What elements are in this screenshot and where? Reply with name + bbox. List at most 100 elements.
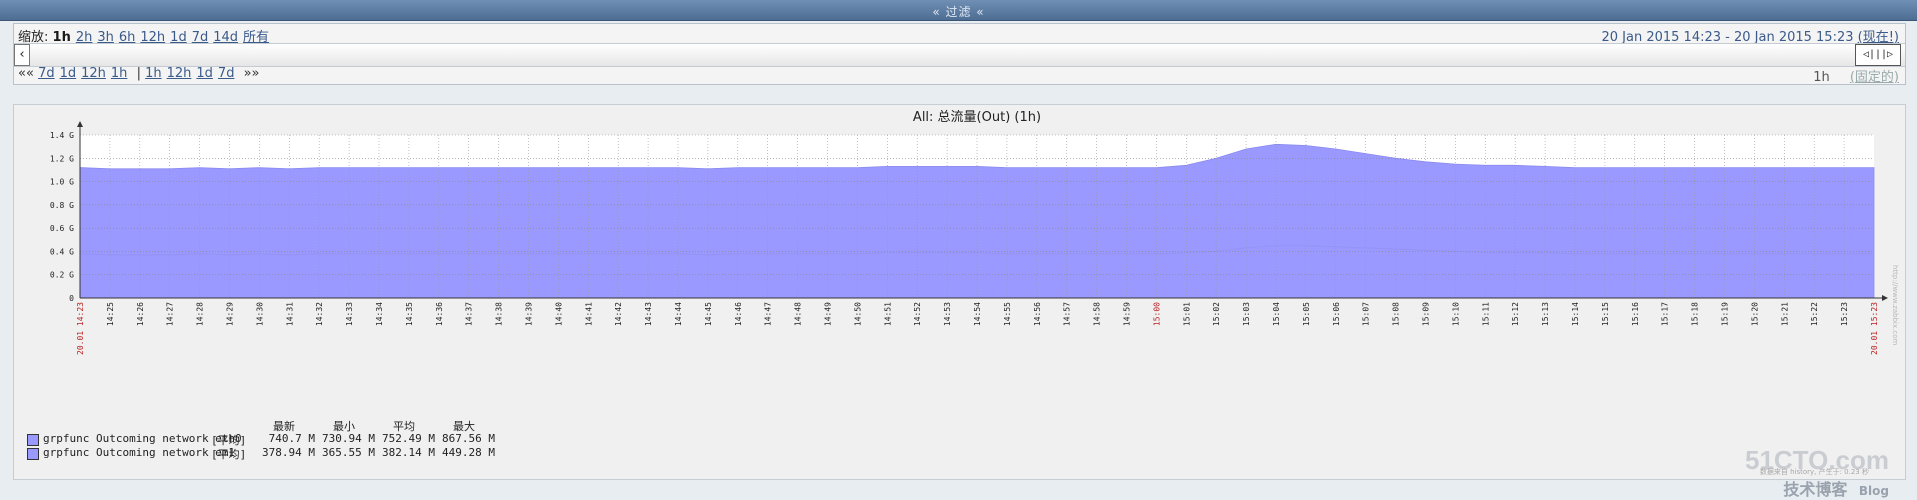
x-tick-label: 14:28 (196, 302, 205, 326)
scroll-handle[interactable]: ◁|||▷ (1855, 44, 1901, 66)
period-navigation: «« 7d 1d 12h 1h | 1h 12h 1d 7d »» (18, 66, 260, 81)
x-tick-label: 14:30 (255, 302, 264, 326)
x-tick-label: 15:06 (1332, 302, 1341, 326)
x-tick-label: 14:27 (166, 302, 175, 326)
x-tick-label: 14:55 (1003, 302, 1012, 326)
chart-plot-group: All: 总流量(Out) (1h) 0 0.2 G 0.4 G 0.6 G 0.8 G 1… (50, 110, 1888, 355)
watermark-small: 技术博客 Blog (1745, 476, 1889, 500)
x-tick-label: 14:33 (345, 302, 354, 326)
x-tick-label: 15:01 (1182, 302, 1191, 326)
y-tick-label: 1.4 G (50, 131, 74, 140)
x-tick-label: 15:05 (1302, 302, 1311, 326)
x-tick-label: 15:16 (1631, 302, 1640, 326)
legend-avg: 382.14 M (382, 446, 435, 459)
x-tick-label: 14:32 (315, 302, 324, 326)
x-tick-label: 15:20 (1750, 302, 1759, 326)
x-tick-label: 14:25 (106, 302, 115, 326)
period-display: 1h (固定的) (1813, 66, 1899, 85)
x-tick-label: 15:18 (1691, 302, 1700, 326)
x-tick-label: 15:19 (1721, 302, 1730, 326)
x-tick-label: 15:02 (1212, 302, 1221, 326)
x-tick-label: 14:50 (853, 302, 862, 326)
x-tick-label: 14:58 (1093, 302, 1102, 326)
x-tick-label: 14:49 (824, 302, 833, 326)
y-tick-label: 0.8 G (50, 201, 74, 210)
x-tick-label: 14:53 (943, 302, 952, 326)
forward-link-0[interactable]: 1h (145, 66, 162, 81)
forward-link-3[interactable]: 7d (218, 66, 235, 81)
forward-suffix: »» (243, 66, 260, 81)
x-tick-label: 14:38 (495, 302, 504, 326)
x-tick-label: 14:46 (734, 302, 743, 326)
x-tick-label: 14:43 (644, 302, 653, 326)
legend-min: 365.55 M (322, 446, 375, 459)
y-axis-arrow-icon (77, 121, 83, 127)
scroll-left-arrow-icon[interactable]: ‹ (14, 44, 30, 66)
fixed-period-link[interactable]: (固定的) (1850, 70, 1899, 85)
x-tick-label: 15:15 (1601, 302, 1610, 326)
back-link-0[interactable]: 7d (38, 66, 55, 81)
graph-panel: All: 总流量(Out) (1h) 0 0.2 G 0.4 G 0.6 G 0.8 G 1… (13, 104, 1906, 499)
x-tick-label: 15:07 (1362, 302, 1371, 326)
x-tick-label: 15:12 (1511, 302, 1520, 326)
x-tick-label: 15:22 (1810, 302, 1819, 326)
x-tick-label: 15:11 (1481, 302, 1490, 326)
legend-swatch (27, 448, 39, 460)
forward-links: 1h 12h 1d 7d (145, 66, 239, 81)
y-tick-label: 0.2 G (50, 271, 74, 280)
back-link-2[interactable]: 12h (81, 66, 106, 81)
period-value: 1h (1813, 70, 1830, 85)
x-tick-label: 14:26 (136, 302, 145, 326)
x-tick-label: 15:13 (1541, 302, 1550, 326)
side-note: http://www.zabbix.com (1891, 265, 1899, 346)
x-tick-label: 14:37 (465, 302, 474, 326)
x-tick-label: 15:14 (1571, 302, 1580, 326)
x-tick-label: 15:10 (1451, 302, 1460, 326)
x-tick-label: 15:00 (1152, 302, 1161, 326)
legend-last: 378.94 M (262, 446, 315, 459)
x-tick-label: 15:04 (1272, 302, 1281, 326)
navigation-panel: 缩放: 1h 2h 3h 6h 12h 1d 7d 14d 所有 20 Jan 2015 14:… (13, 23, 1906, 85)
x-tick-label: 14:40 (554, 302, 563, 326)
x-tick-label: 14:34 (375, 302, 384, 326)
nav-separator: | (136, 66, 141, 81)
x-tick-label: 14:41 (584, 302, 593, 326)
filter-label[interactable]: « 过滤 « (0, 3, 1917, 20)
x-tick-label: 14:31 (285, 302, 294, 326)
time-scrollbar[interactable]: ‹ ◁|||▷ (14, 43, 1905, 67)
x-tick-label: 14:44 (674, 302, 683, 326)
filter-bar[interactable]: « 过滤 « (0, 0, 1917, 21)
legend-name: grpfunc Outcoming network em1 (43, 446, 236, 459)
forward-link-2[interactable]: 1d (196, 66, 213, 81)
x-tick-label: 15:17 (1661, 302, 1670, 326)
back-prefix: «« (18, 66, 34, 81)
legend-func: [平均] (211, 448, 247, 461)
x-tick-label: 14:39 (525, 302, 534, 326)
back-link-3[interactable]: 1h (111, 66, 128, 81)
y-tick-label: 0.4 G (50, 247, 74, 256)
x-tick-label: 15:21 (1780, 302, 1789, 326)
x-start-label: 20.01 14:23 (76, 302, 85, 355)
y-tick-label: 0 (69, 294, 74, 303)
x-tick-label: 14:45 (704, 302, 713, 326)
watermark-blog: Blog (1858, 484, 1889, 498)
x-tick-label: 15:23 (1840, 302, 1849, 326)
legend-swatch (27, 434, 39, 446)
watermark-small-text: 技术博客 (1783, 480, 1848, 499)
x-tick-label: 14:36 (435, 302, 444, 326)
x-tick-label: 15:08 (1392, 302, 1401, 326)
legend-last: 740.7 M (268, 432, 315, 445)
back-link-1[interactable]: 1d (60, 66, 77, 81)
x-tick-label: 15:09 (1422, 302, 1431, 326)
legend-min: 730.94 M (322, 432, 375, 445)
x-tick-label: 14:54 (973, 302, 982, 326)
x-tick-label: 14:48 (794, 302, 803, 326)
x-tick-label: 14:35 (405, 302, 414, 326)
x-tick-label: 15:03 (1242, 302, 1251, 326)
chart-title: All: 总流量(Out) (1h) (913, 110, 1041, 125)
forward-link-1[interactable]: 12h (167, 66, 192, 81)
x-tick-label: 14:42 (614, 302, 623, 326)
x-tick-label: 14:59 (1123, 302, 1132, 326)
y-tick-label: 0.6 G (50, 224, 74, 233)
x-tick-label: 14:56 (1033, 302, 1042, 326)
